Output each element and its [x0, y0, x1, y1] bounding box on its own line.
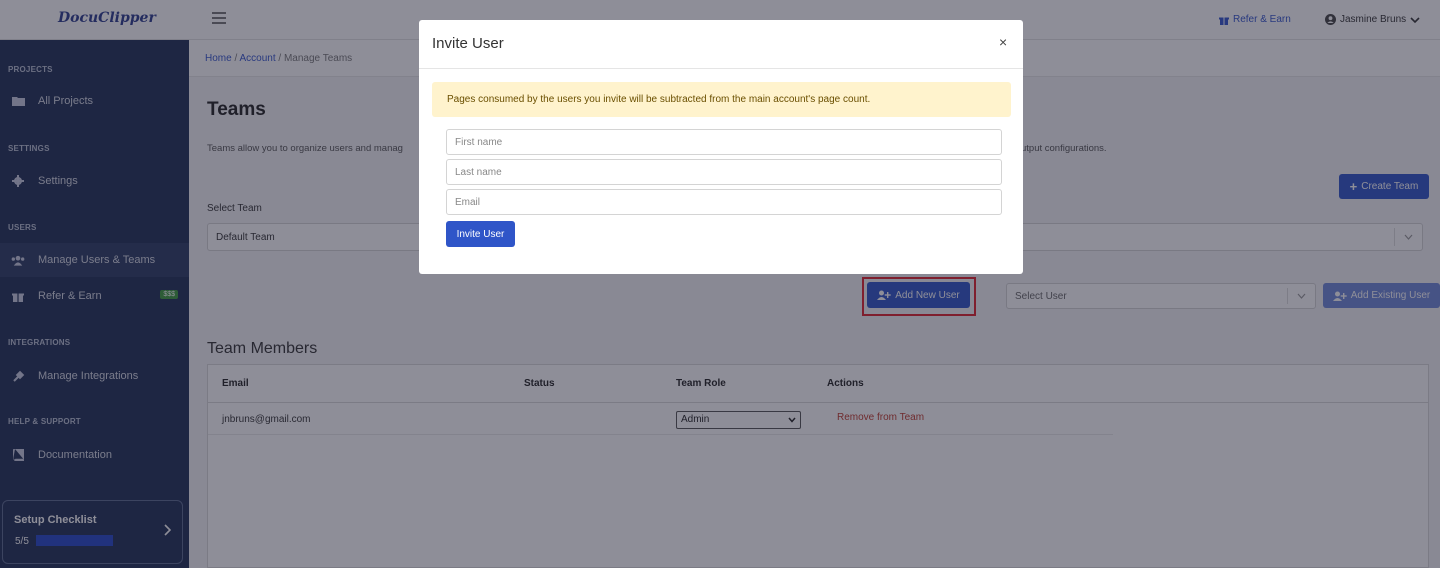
- email-field[interactable]: [446, 189, 1002, 215]
- close-icon[interactable]: ×: [999, 34, 1007, 50]
- alert-text: Pages consumed by the users you invite w…: [447, 94, 871, 105]
- page-consumption-alert: Pages consumed by the users you invite w…: [432, 82, 1011, 117]
- invite-user-button[interactable]: Invite User: [446, 221, 515, 247]
- modal-title: Invite User: [432, 35, 504, 52]
- last-name-field[interactable]: [446, 159, 1002, 185]
- first-name-field[interactable]: [446, 129, 1002, 155]
- invite-user-modal: Invite User × Pages consumed by the user…: [419, 20, 1023, 274]
- modal-header: Invite User ×: [419, 20, 1023, 69]
